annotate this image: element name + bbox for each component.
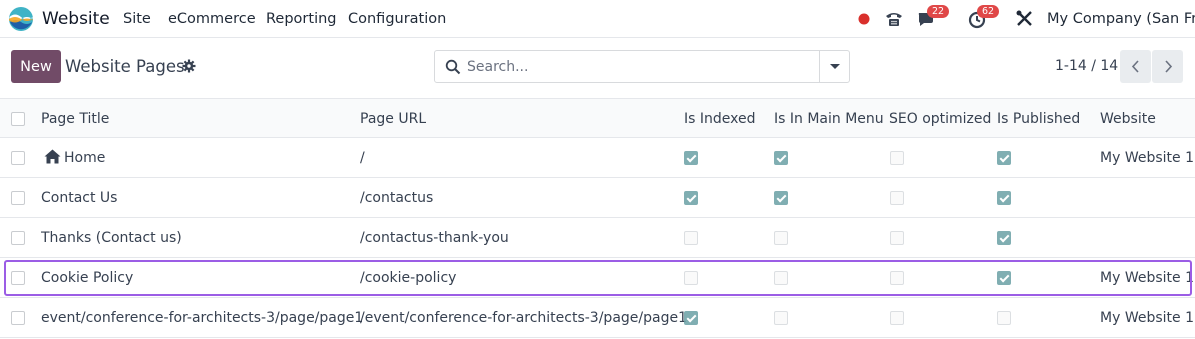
row-select-checkbox[interactable] — [11, 271, 25, 285]
chevron-left-icon — [1131, 60, 1139, 73]
seo-checkbox[interactable] — [890, 231, 904, 245]
page-title-cell[interactable]: Contact Us — [41, 178, 117, 218]
indexed-checkbox[interactable] — [684, 311, 698, 325]
table-row[interactable]: Cookie Policy/cookie-policy My Website 1 — [0, 258, 1195, 298]
home-icon — [44, 149, 61, 163]
main-menu-checkbox[interactable] — [774, 191, 788, 205]
seo-checkbox[interactable] — [890, 191, 904, 205]
caret-down-icon — [830, 64, 840, 69]
select-all-checkbox[interactable] — [11, 112, 25, 126]
page-title-text: Cookie Policy — [41, 270, 134, 286]
app-name[interactable]: Website — [42, 9, 110, 29]
column-header-published[interactable]: Is Published — [997, 99, 1080, 139]
page-url-cell[interactable]: /event/conference-for-architects-3/page/… — [360, 298, 687, 338]
phone-icon[interactable] — [883, 8, 905, 30]
seo-checkbox[interactable] — [890, 271, 904, 285]
page-title-cell[interactable]: Thanks (Contact us) — [41, 218, 182, 258]
new-button[interactable]: New — [11, 50, 61, 83]
menu-ecommerce[interactable]: eCommerce — [168, 11, 256, 27]
published-checkbox[interactable] — [997, 271, 1011, 285]
activities-clock-icon[interactable]: 62 — [967, 5, 1000, 30]
indexed-checkbox[interactable] — [684, 231, 698, 245]
top-navbar: Website Site eCommerce Reporting Configu… — [0, 0, 1195, 38]
table-row[interactable]: event/conference-for-architects-3/page/p… — [0, 298, 1195, 338]
published-checkbox[interactable] — [997, 231, 1011, 245]
pager-previous-button[interactable] — [1120, 50, 1151, 83]
main-menu-checkbox[interactable] — [774, 151, 788, 165]
seo-checkbox[interactable] — [890, 311, 904, 325]
published-checkbox[interactable] — [997, 151, 1011, 165]
column-header-website[interactable]: Website — [1100, 99, 1156, 139]
page-title-text: event/conference-for-architects-3/page/p… — [41, 310, 364, 326]
page-title: Website Pages — [65, 57, 185, 76]
search-input[interactable] — [467, 56, 817, 78]
column-header-page-url[interactable]: Page URL — [360, 99, 426, 139]
indexed-checkbox[interactable] — [684, 151, 698, 165]
column-header-main-menu[interactable]: Is In Main Menu — [774, 99, 884, 139]
page-url-cell[interactable]: /contactus-thank-you — [360, 218, 509, 258]
website-cell[interactable]: My Website 1 — [1100, 298, 1194, 338]
column-header-page-title[interactable]: Page Title — [41, 99, 109, 139]
chevron-right-icon — [1165, 60, 1173, 73]
column-header-seo[interactable]: SEO optimized — [889, 99, 991, 139]
pager-value[interactable]: 1-14 / 14 — [1055, 58, 1118, 74]
page-url-cell[interactable]: / — [360, 138, 365, 178]
published-checkbox[interactable] — [997, 191, 1011, 205]
page-url-cell[interactable]: /contactus — [360, 178, 433, 218]
menu-reporting[interactable]: Reporting — [266, 11, 337, 27]
website-app-logo-icon[interactable] — [8, 6, 34, 32]
menu-configuration[interactable]: Configuration — [348, 11, 446, 27]
page-title-cell[interactable]: Home — [44, 138, 105, 178]
search-icon — [445, 59, 461, 75]
messages-icon[interactable]: 22 — [917, 5, 950, 30]
pager-next-button[interactable] — [1152, 50, 1183, 83]
page-title-text: Contact Us — [41, 190, 118, 206]
activities-badge: 62 — [977, 5, 1000, 18]
published-checkbox[interactable] — [997, 311, 1011, 325]
table-row[interactable]: Contact Us/contactus — [0, 178, 1195, 218]
page-title-text: Home — [64, 150, 106, 166]
indexed-checkbox[interactable] — [684, 271, 698, 285]
messages-badge: 22 — [927, 5, 950, 18]
company-switcher[interactable]: My Company (San Franc — [1047, 11, 1195, 27]
record-icon[interactable] — [855, 8, 877, 30]
row-select-checkbox[interactable] — [11, 311, 25, 325]
website-cell[interactable]: My Website 1 — [1100, 138, 1194, 178]
indexed-checkbox[interactable] — [684, 191, 698, 205]
search-bar — [434, 50, 850, 83]
page-title-text: Thanks (Contact us) — [41, 230, 182, 246]
main-menu-checkbox[interactable] — [774, 231, 788, 245]
menu-site[interactable]: Site — [123, 11, 151, 27]
page-title-cell[interactable]: Cookie Policy — [41, 258, 133, 298]
main-menu-checkbox[interactable] — [774, 271, 788, 285]
row-select-checkbox[interactable] — [11, 231, 25, 245]
search-options-toggle[interactable] — [819, 51, 849, 82]
table-header: Page Title Page URL Is Indexed Is In Mai… — [0, 98, 1195, 138]
seo-checkbox[interactable] — [890, 151, 904, 165]
website-cell[interactable]: My Website 1 — [1100, 258, 1194, 298]
table-row[interactable]: Thanks (Contact us) /contactus-thank-you — [0, 218, 1195, 258]
page-title-cell[interactable]: event/conference-for-architects-3/page/p… — [41, 298, 363, 338]
page-url-cell[interactable]: /cookie-policy — [360, 258, 456, 298]
gear-icon[interactable] — [182, 59, 196, 73]
table-row[interactable]: Home / My Website 1 — [0, 138, 1195, 178]
tools-icon[interactable] — [1014, 8, 1036, 30]
column-header-is-indexed[interactable]: Is Indexed — [684, 99, 755, 139]
row-select-checkbox[interactable] — [11, 151, 25, 165]
main-menu-checkbox[interactable] — [774, 311, 788, 325]
row-select-checkbox[interactable] — [11, 191, 25, 205]
